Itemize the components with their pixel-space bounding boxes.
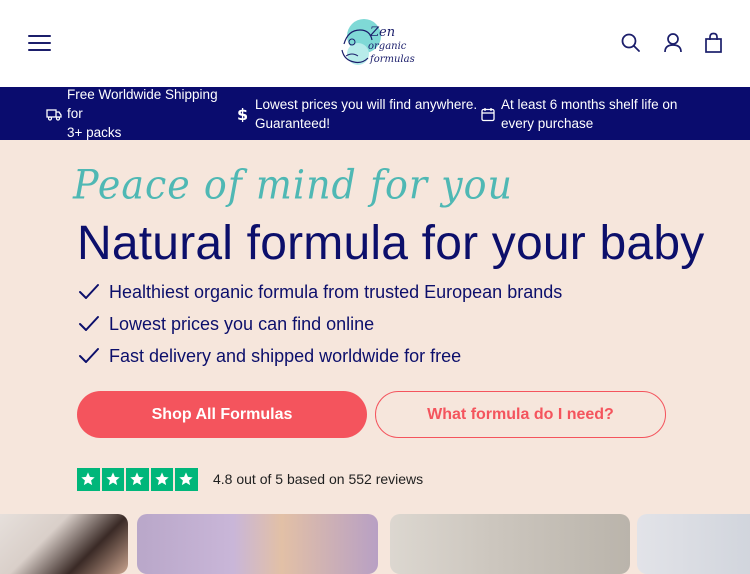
star-icon	[101, 468, 124, 491]
shelf-life-notice-line1: At least 6 months shelf life on	[501, 96, 678, 112]
shelf-life-notice-line2: every purchase	[501, 115, 594, 131]
price-notice: $ Lowest prices you will find anywhere. G…	[236, 87, 481, 140]
truck-icon	[46, 106, 62, 122]
star-icon	[175, 468, 198, 491]
shop-all-formulas-button[interactable]: Shop All Formulas	[77, 391, 367, 438]
rating-summary: 4.8 out of 5 based on 552 reviews	[213, 471, 424, 487]
checkmark-icon	[79, 284, 99, 299]
feature-item: Lowest prices you can find online	[78, 310, 374, 338]
hero-headline: Natural formula for your baby	[77, 217, 705, 270]
feature-text: Fast delivery and shipped worldwide for …	[109, 345, 462, 366]
star-icon	[77, 468, 100, 491]
feature-item: Healthiest organic formula from trusted …	[78, 278, 562, 306]
search-icon[interactable]	[620, 31, 642, 55]
trustpilot-stars[interactable]	[77, 468, 198, 491]
carousel-photo-product[interactable]	[390, 514, 630, 574]
price-notice-line2: Guaranteed!	[255, 115, 331, 131]
dollar-icon: $	[236, 105, 250, 124]
calendar-icon	[480, 106, 496, 122]
carousel-photo-partial[interactable]	[637, 514, 750, 574]
feature-item: Fast delivery and shipped worldwide for …	[78, 342, 461, 370]
announcement-bar: Free Worldwide Shipping for 3+ packs $ Lo…	[0, 87, 750, 140]
svg-text:Zen: Zen	[369, 25, 395, 40]
svg-text:organic: organic	[368, 41, 407, 52]
site-header: Zen organic formulas	[0, 0, 750, 87]
carousel-photo-mother[interactable]	[0, 514, 128, 574]
feature-text: Healthiest organic formula from trusted …	[109, 281, 563, 302]
checkmark-icon	[79, 316, 99, 331]
account-icon[interactable]	[662, 31, 684, 55]
star-icon	[150, 468, 173, 491]
shelf-life-notice: At least 6 months shelf life on every pur…	[480, 87, 710, 140]
checkmark-icon	[79, 348, 99, 363]
hamburger-menu-icon[interactable]	[28, 33, 52, 53]
shipping-notice-line1: Free Worldwide Shipping for	[67, 87, 218, 121]
formula-quiz-button[interactable]: What formula do I need?	[375, 391, 666, 438]
cart-bag-icon[interactable]	[703, 31, 725, 55]
svg-text:formulas: formulas	[369, 54, 415, 65]
feature-text: Lowest prices you can find online	[109, 313, 375, 334]
price-notice-line1: Lowest prices you will find anywhere.	[255, 96, 478, 112]
carousel-photo-child[interactable]	[137, 514, 378, 574]
brand-logo[interactable]: Zen organic formulas	[334, 14, 418, 74]
script-tagline: Peace of mind for you	[73, 161, 513, 209]
shipping-notice-line2: 3+ packs	[67, 125, 122, 140]
shipping-notice: Free Worldwide Shipping for 3+ packs	[46, 87, 236, 140]
svg-text:$: $	[237, 106, 248, 122]
star-icon	[126, 468, 149, 491]
